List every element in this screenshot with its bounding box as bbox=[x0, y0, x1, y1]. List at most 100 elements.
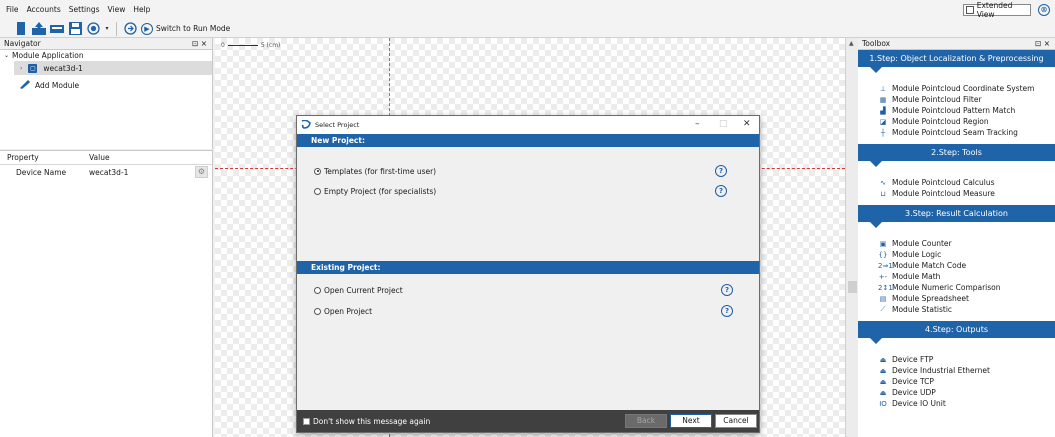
tool-label: Module Pointcloud Coordinate System bbox=[892, 84, 1035, 93]
region-icon: ◪ bbox=[879, 117, 887, 126]
list-item[interactable]: ⊥ Module Pointcloud Coordinate System bbox=[858, 83, 1055, 94]
list-item[interactable]: 2⇒1 Module Match Code bbox=[858, 260, 1055, 271]
device-icon[interactable] bbox=[50, 22, 64, 36]
next-button[interactable]: Next bbox=[670, 414, 712, 428]
menu-accounts[interactable]: Accounts bbox=[23, 0, 65, 20]
list-item[interactable]: ⊔ Module Pointcloud Measure bbox=[858, 188, 1055, 199]
scale-start: 0 bbox=[221, 42, 225, 49]
list-item[interactable]: ▦ Module Pointcloud Filter bbox=[858, 94, 1055, 105]
menu-help[interactable]: Help bbox=[129, 0, 154, 20]
panel-controls-icon[interactable]: ⊡ × bbox=[192, 39, 207, 48]
extended-view-checkbox[interactable] bbox=[966, 6, 974, 14]
templates-radio[interactable] bbox=[314, 167, 321, 175]
existing-project-header: Existing Project: bbox=[297, 261, 759, 274]
list-item[interactable]: +- Module Math bbox=[858, 271, 1055, 282]
property-value[interactable]: wecat3d-1 bbox=[89, 168, 128, 177]
menu-file[interactable]: File bbox=[0, 0, 23, 20]
tree-root[interactable]: ⌄ Module Application bbox=[0, 50, 212, 61]
tool-label: Module Math bbox=[892, 272, 941, 281]
tool-list: ∿ Module Pointcloud Calculus ⊔ Module Point… bbox=[858, 161, 1055, 205]
open-current-label: Open Current Project bbox=[324, 285, 403, 295]
help-icon[interactable]: ? bbox=[721, 305, 733, 317]
record-icon[interactable] bbox=[86, 22, 100, 36]
list-item[interactable]: {} Module Logic bbox=[858, 249, 1055, 260]
help-icon[interactable]: ? bbox=[715, 185, 727, 197]
close-icon[interactable]: ⊗ bbox=[1038, 4, 1050, 16]
open-current-radio[interactable] bbox=[314, 286, 321, 294]
spreadsheet-icon: ▤ bbox=[879, 294, 887, 303]
list-item[interactable]: ⏏ Device FTP bbox=[858, 354, 1055, 365]
help-icon[interactable]: ? bbox=[721, 284, 733, 296]
chevron-down-icon[interactable]: ▾ bbox=[104, 22, 110, 36]
dialog-titlebar: Select Project – □ ✕ bbox=[297, 116, 759, 134]
run-mode-label: Switch to Run Mode bbox=[156, 24, 231, 33]
play-icon: ▶ bbox=[141, 22, 153, 35]
upload-icon[interactable] bbox=[32, 22, 46, 36]
chevron-right-icon[interactable]: › bbox=[20, 65, 22, 72]
menu-view[interactable]: View bbox=[104, 0, 130, 20]
tool-label: Device TCP bbox=[892, 377, 934, 386]
list-item[interactable]: ▣ Module Counter bbox=[858, 238, 1055, 249]
cancel-button[interactable]: Cancel bbox=[715, 414, 757, 428]
list-item[interactable]: IO Device IO Unit bbox=[858, 398, 1055, 409]
list-item[interactable]: ┼ Module Pointcloud Seam Tracking bbox=[858, 127, 1055, 138]
app-logo-icon bbox=[301, 119, 311, 131]
list-item[interactable]: ⟋ Module Statistic bbox=[858, 304, 1055, 315]
dialog-footer: Don't show this message again Back Next … bbox=[297, 410, 759, 432]
scroll-thumb[interactable] bbox=[848, 281, 857, 293]
list-item[interactable]: ◪ Module Pointcloud Region bbox=[858, 116, 1055, 127]
dont-show-option[interactable]: Don't show this message again bbox=[297, 417, 430, 426]
step-icon[interactable] bbox=[123, 22, 137, 36]
properties-panel: Property Value Device Name wecat3d-1 ⚙ bbox=[0, 150, 213, 437]
chevron-down-icon[interactable]: ⌄ bbox=[4, 50, 9, 61]
list-item[interactable]: ⏏ Device TCP bbox=[858, 376, 1055, 387]
list-item[interactable]: ▤ Module Spreadsheet bbox=[858, 293, 1055, 304]
list-item[interactable]: 2↕1 Module Numeric Comparison bbox=[858, 282, 1055, 293]
new-project-icon[interactable] bbox=[14, 22, 28, 36]
statistic-icon: ⟋ bbox=[880, 305, 886, 313]
empty-project-radio[interactable] bbox=[314, 187, 321, 195]
run-mode-button[interactable]: ▶ Switch to Run Mode bbox=[141, 22, 231, 35]
scale-end: 5 (cm) bbox=[260, 42, 281, 49]
list-item[interactable]: ∿ Module Pointcloud Calculus bbox=[858, 177, 1055, 188]
tool-label: Module Pointcloud Calculus bbox=[892, 178, 995, 187]
list-item[interactable]: ⏏ Device UDP bbox=[858, 387, 1055, 398]
property-column-header: Property bbox=[7, 153, 39, 162]
tree-node-device[interactable]: › ▢ wecat3d-1 bbox=[14, 61, 212, 75]
add-module-button[interactable]: Add Module bbox=[0, 78, 212, 92]
scroll-up-icon[interactable]: ▲ bbox=[849, 40, 854, 47]
step-header[interactable]: 2.Step: Tools bbox=[858, 144, 1055, 167]
panel-controls-icon[interactable]: ⊡ × bbox=[1035, 39, 1050, 48]
dont-show-checkbox[interactable] bbox=[303, 417, 310, 425]
step-header[interactable]: 3.Step: Result Calculation bbox=[858, 205, 1055, 228]
close-icon[interactable]: ✕ bbox=[743, 119, 751, 129]
templates-option[interactable]: Templates (for first-time user) ? bbox=[297, 164, 759, 178]
extended-view-toggle[interactable]: Extended View bbox=[963, 1, 1031, 19]
toolbox-steps: 1.Step: Object Localization & Preprocess… bbox=[858, 50, 1055, 415]
list-item[interactable]: ▟ Module Pointcloud Pattern Match bbox=[858, 105, 1055, 116]
dialog-title: Select Project bbox=[315, 121, 360, 129]
step-header[interactable]: 4.Step: Outputs bbox=[858, 321, 1055, 344]
help-icon[interactable]: ? bbox=[715, 165, 727, 177]
canvas-scrollbar[interactable]: ▲ bbox=[845, 38, 858, 437]
minimize-icon[interactable]: – bbox=[695, 119, 700, 129]
open-project-option[interactable]: Open Project ? bbox=[297, 304, 759, 318]
empty-project-label: Empty Project (for specialists) bbox=[324, 186, 437, 196]
step-header[interactable]: 1.Step: Object Localization & Preprocess… bbox=[858, 50, 1055, 73]
tool-label: Device UDP bbox=[892, 388, 936, 397]
tool-label: Module Pointcloud Filter bbox=[892, 95, 982, 104]
toolbox-header: Toolbox ⊡ × bbox=[858, 38, 1055, 50]
tool-label: Module Pointcloud Measure bbox=[892, 189, 995, 198]
gear-icon[interactable]: ⚙ bbox=[195, 166, 208, 178]
save-icon[interactable] bbox=[68, 22, 82, 36]
properties-header: Property Value bbox=[0, 151, 212, 165]
tool-label: Module Numeric Comparison bbox=[892, 283, 1001, 292]
ethernet-icon: ⏏ bbox=[879, 366, 887, 375]
open-current-option[interactable]: Open Current Project ? bbox=[297, 283, 759, 297]
list-item[interactable]: ⏏ Device Industrial Ethernet bbox=[858, 365, 1055, 376]
empty-project-option[interactable]: Empty Project (for specialists) ? bbox=[297, 184, 759, 198]
value-column-header: Value bbox=[89, 153, 110, 162]
menu-settings[interactable]: Settings bbox=[65, 0, 104, 20]
open-project-radio[interactable] bbox=[314, 307, 321, 315]
pattern-icon: ▟ bbox=[880, 106, 886, 115]
